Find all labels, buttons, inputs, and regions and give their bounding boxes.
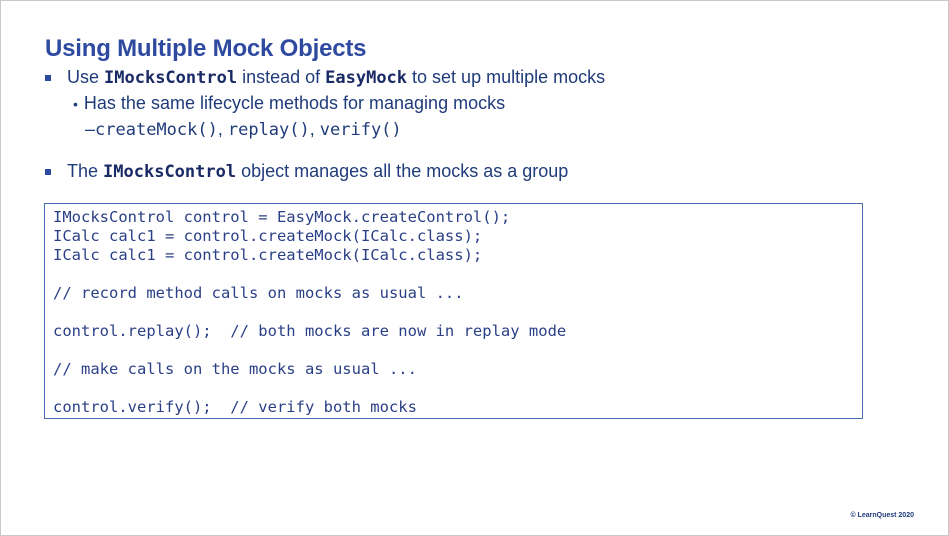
sep-2: , bbox=[309, 119, 320, 139]
bullet-1: Use IMocksControl instead of EasyMock to… bbox=[67, 67, 605, 88]
code-block: IMocksControl control = EasyMock.createC… bbox=[44, 203, 863, 419]
bullet-2: The IMocksControl object manages all the… bbox=[67, 161, 568, 182]
bullet-1-code-easymock: EasyMock bbox=[325, 68, 408, 88]
code-line: IMocksControl control = EasyMock.createC… bbox=[53, 208, 511, 226]
bullet-2-prefix: The bbox=[67, 161, 104, 181]
sub-bullet-text: Has the same lifecycle methods for manag… bbox=[83, 93, 506, 113]
bullet-2-code: IMocksControl bbox=[103, 162, 237, 182]
code-line: control.verify(); // verify both mocks bbox=[53, 398, 417, 416]
code-line: // record method calls on mocks as usual… bbox=[53, 284, 464, 302]
code-line: // make calls on the mocks as usual ... bbox=[53, 360, 417, 378]
bullet-2-suffix: object manages all the mocks as a group bbox=[236, 161, 569, 181]
code-line: control.replay(); // both mocks are now … bbox=[53, 322, 567, 340]
method-verify: verify() bbox=[319, 120, 402, 140]
sub-sub-bullet: –createMock(), replay(), verify() bbox=[85, 119, 402, 140]
copyright-notice: © LearnQuest 2020 bbox=[850, 512, 914, 519]
method-createmock: createMock() bbox=[95, 120, 218, 140]
bullet-1-suffix: to set up multiple mocks bbox=[407, 67, 606, 87]
sub-bullet: • Has the same lifecycle methods for mana… bbox=[73, 93, 505, 114]
sub-bullet-marker: • bbox=[73, 96, 78, 112]
slide: Using Multiple Mock Objects Use IMocksCo… bbox=[0, 0, 949, 536]
bullet-marker bbox=[45, 169, 51, 175]
bullet-1-middle: instead of bbox=[237, 67, 326, 87]
code-line: ICalc calc1 = control.createMock(ICalc.c… bbox=[53, 246, 483, 264]
method-replay: replay() bbox=[227, 120, 310, 140]
sep-1: , bbox=[217, 119, 228, 139]
bullet-marker bbox=[45, 75, 51, 81]
bullet-1-code-imockscontrol: IMocksControl bbox=[104, 68, 238, 88]
code-line: ICalc calc1 = control.createMock(ICalc.c… bbox=[53, 227, 483, 245]
slide-title: Using Multiple Mock Objects bbox=[45, 35, 367, 62]
sub-sub-marker: – bbox=[85, 119, 96, 139]
bullet-1-prefix: Use bbox=[67, 67, 105, 87]
